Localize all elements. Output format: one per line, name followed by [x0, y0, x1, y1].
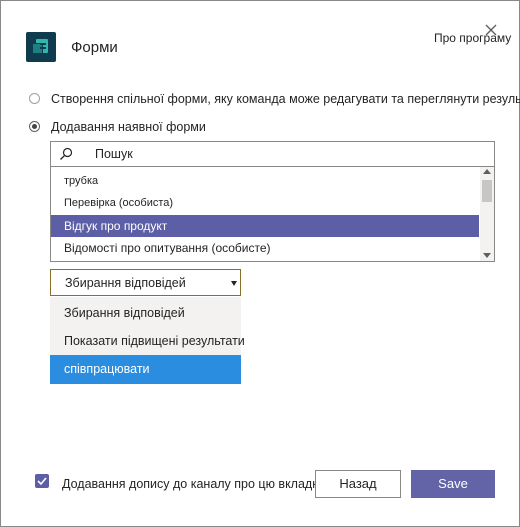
search-icon: [60, 147, 73, 160]
save-button[interactable]: Save: [411, 470, 495, 498]
search-input[interactable]: Пошук: [51, 142, 494, 167]
radio-create-shared[interactable]: [29, 93, 40, 104]
back-button[interactable]: Назад: [315, 470, 401, 498]
option-create-shared[interactable]: Створення спільної форми, яку команда мо…: [29, 92, 520, 108]
close-icon[interactable]: [485, 24, 497, 36]
option-add-existing-label: Додавання наявної форми: [51, 120, 206, 134]
post-to-channel-checkbox[interactable]: [35, 474, 49, 488]
mode-option-highlighted[interactable]: співпрацювати: [50, 355, 241, 384]
form-list-item-selected[interactable]: Відгук про продукт: [51, 215, 479, 237]
radio-add-existing[interactable]: [29, 121, 40, 132]
mode-dropdown-menu: Збирання відповідей Показати підвищені р…: [50, 297, 245, 384]
app-title: Форми: [71, 39, 118, 56]
forms-app-icon: [26, 32, 56, 62]
add-tab-dialog: Форми Про програму Створення спільної фо…: [0, 0, 520, 527]
scroll-thumb[interactable]: [482, 180, 492, 202]
scroll-down-icon[interactable]: [483, 253, 491, 258]
post-to-channel-label: Додавання допису до каналу про цю вкладк…: [62, 477, 325, 491]
checkmark-icon: [37, 477, 47, 486]
form-list-scrollbar[interactable]: [480, 167, 494, 261]
form-list-item[interactable]: трубка: [51, 170, 479, 192]
mode-dropdown[interactable]: Збирання відповідей: [50, 269, 241, 296]
mode-dropdown-value: Збирання відповідей: [65, 276, 186, 290]
scroll-up-icon[interactable]: [483, 169, 491, 174]
form-list-item[interactable]: Перевірка (особиста): [51, 192, 479, 214]
mode-option[interactable]: Показати підвищені результати: [50, 327, 245, 356]
chevron-down-icon: [231, 281, 237, 286]
about-link[interactable]: Про програму: [434, 31, 511, 45]
mode-option[interactable]: Збирання відповідей: [50, 299, 241, 328]
form-picker: Пошук трубка Перевірка (особиста) Відгук…: [50, 141, 495, 262]
form-list-item[interactable]: Відомості про опитування (особисте): [51, 237, 479, 259]
option-add-existing[interactable]: Додавання наявної форми: [29, 120, 229, 136]
option-create-shared-label: Створення спільної форми, яку команда мо…: [51, 92, 520, 106]
search-placeholder: Пошук: [95, 147, 133, 161]
